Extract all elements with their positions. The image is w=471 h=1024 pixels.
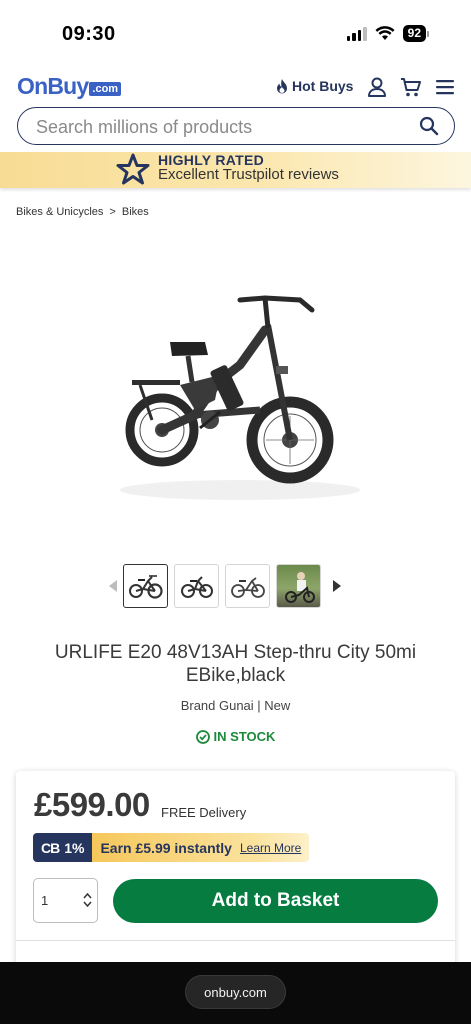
breadcrumb-item[interactable]: Bikes & Unicycles — [16, 206, 103, 218]
cashback-banner: CB 1% Earn £5.99 instantly Learn More — [33, 833, 310, 862]
add-to-basket-button[interactable]: Add to Basket — [113, 879, 438, 923]
breadcrumb: Bikes & Unicycles > Bikes — [16, 206, 149, 218]
account-icon[interactable] — [366, 76, 388, 98]
logo-text: OnBuy — [17, 73, 89, 99]
bike-thumbnail-icon — [128, 575, 163, 599]
cashback-percent: 1% — [64, 839, 85, 856]
trustpilot-banner[interactable]: HIGHLY RATED Excellent Trustpilot review… — [0, 152, 471, 188]
signal-icon — [346, 26, 367, 41]
select-arrows-icon — [83, 892, 92, 908]
price: £599.00 — [34, 786, 150, 823]
search-bar[interactable]: Search millions of products — [17, 107, 455, 145]
thumbnail-4[interactable] — [276, 564, 321, 608]
product-title: URLIFE E20 48V13AH Step-thru City 50mi E… — [54, 642, 417, 686]
lifestyle-photo-icon — [284, 572, 315, 603]
cashback-info: Earn £5.99 instantly Learn More — [92, 833, 310, 862]
cashback-badge: CB 1% — [33, 833, 93, 862]
site-header: OnBuy .com Hot Buys — [0, 62, 471, 110]
check-circle-icon — [195, 729, 210, 744]
product-image[interactable] — [100, 270, 380, 510]
chevron-right-icon — [333, 580, 341, 592]
battery-level: 92 — [402, 25, 426, 42]
cashback-logo: CB — [41, 839, 60, 856]
logo-suffix: .com — [89, 81, 122, 96]
thumbnail-3[interactable] — [225, 564, 270, 608]
search-icon[interactable] — [418, 115, 440, 137]
stock-status: IN STOCK — [0, 729, 471, 744]
hot-buys-label: Hot Buys — [292, 78, 354, 94]
basket-icon[interactable] — [400, 76, 422, 98]
quantity-select[interactable]: 1 — [33, 878, 98, 923]
divider — [16, 940, 455, 941]
breadcrumb-item[interactable]: Bikes — [122, 206, 149, 218]
thumbnail-carousel — [103, 564, 347, 608]
hamburger-menu-icon[interactable] — [434, 76, 456, 98]
status-icons: 92 — [346, 25, 429, 42]
battery-icon: 92 — [402, 25, 429, 42]
trust-subtitle: Excellent Trustpilot reviews — [158, 166, 339, 183]
status-time: 09:30 — [62, 23, 116, 45]
carousel-prev-button[interactable] — [103, 564, 123, 608]
cashback-text: Earn £5.99 instantly — [100, 839, 232, 856]
bike-thumbnail-icon — [230, 577, 265, 598]
quantity-value: 1 — [41, 893, 49, 908]
url-bar[interactable]: onbuy.com — [185, 975, 286, 1009]
buy-box: £599.00 FREE Delivery CB 1% Earn £5.99 i… — [16, 771, 455, 971]
wifi-icon — [375, 26, 395, 40]
star-icon — [116, 153, 150, 185]
flame-icon — [277, 78, 287, 93]
chevron-left-icon — [109, 580, 117, 592]
search-input[interactable]: Search millions of products — [36, 117, 252, 138]
status-bar: 09:30 92 — [0, 0, 471, 62]
hot-buys-link[interactable]: Hot Buys — [276, 78, 353, 94]
thumbnail-2[interactable] — [174, 564, 219, 608]
breadcrumb-separator: > — [109, 206, 116, 218]
delivery-info: FREE Delivery — [161, 805, 247, 820]
thumbnail-1[interactable] — [123, 564, 168, 608]
product-brand-condition: Brand Gunai | New — [180, 698, 291, 713]
onbuy-logo[interactable]: OnBuy .com — [17, 73, 122, 100]
bike-thumbnail-icon — [180, 576, 213, 598]
stock-label: IN STOCK — [213, 729, 276, 744]
browser-toolbar: onbuy.com — [0, 962, 471, 1024]
carousel-next-button[interactable] — [327, 564, 347, 608]
learn-more-link[interactable]: Learn More — [240, 841, 301, 855]
